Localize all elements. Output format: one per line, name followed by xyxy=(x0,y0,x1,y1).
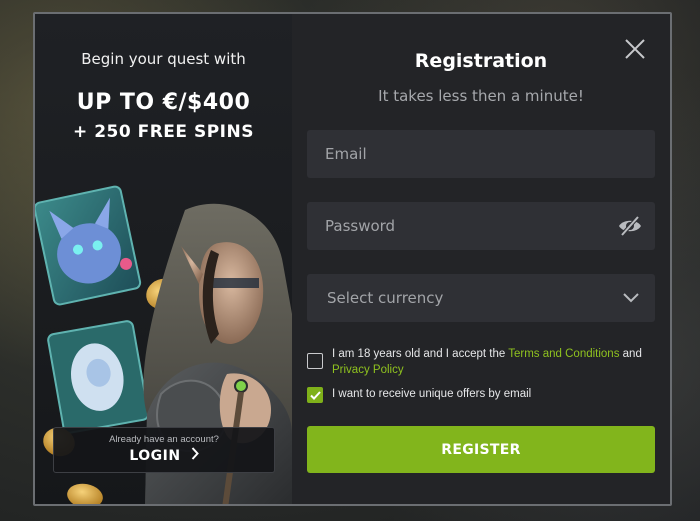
form-subtitle: It takes less then a minute! xyxy=(378,87,584,105)
login-link[interactable]: Already have an account? LOGIN xyxy=(53,427,275,473)
eye-slash-icon[interactable] xyxy=(617,214,643,238)
terms-checkbox[interactable] xyxy=(307,353,323,369)
check-icon xyxy=(309,390,321,400)
offers-checkbox[interactable] xyxy=(307,387,323,403)
terms-middle-text: and xyxy=(619,348,642,360)
login-hint: Already have an account? xyxy=(109,434,219,445)
promo-free-spins: + 250 FREE SPINS xyxy=(73,122,254,142)
privacy-policy-link[interactable]: Privacy Policy xyxy=(332,364,404,376)
offers-consent-row: I want to receive unique offers by email xyxy=(307,386,531,403)
currency-select-label: Select currency xyxy=(327,289,444,307)
chevron-down-icon xyxy=(623,293,639,303)
email-field-wrapper xyxy=(307,130,655,178)
chevron-right-icon xyxy=(191,447,199,460)
promo-bonus-amount: UP TO €/$400 xyxy=(76,90,251,115)
registration-modal: Begin your quest with UP TO €/$400 + 250… xyxy=(33,12,672,506)
terms-consent-row: I am 18 years old and I accept the Terms… xyxy=(307,346,655,378)
registration-form: Registration It takes less then a minute… xyxy=(292,14,670,504)
register-button[interactable]: REGISTER xyxy=(307,426,655,473)
promo-panel: Begin your quest with UP TO €/$400 + 250… xyxy=(35,14,292,504)
terms-link[interactable]: Terms and Conditions xyxy=(508,348,619,360)
password-field[interactable] xyxy=(307,202,655,250)
terms-prefix-text: I am 18 years old and I accept the xyxy=(332,348,509,360)
email-field[interactable] xyxy=(307,130,655,178)
currency-select[interactable]: Select currency xyxy=(307,274,655,322)
offers-consent-label: I want to receive unique offers by email xyxy=(332,388,532,400)
form-title: Registration xyxy=(414,50,548,72)
password-field-wrapper xyxy=(307,202,655,250)
terms-consent-text: I am 18 years old and I accept the Terms… xyxy=(332,346,655,378)
login-label: LOGIN xyxy=(129,448,181,464)
promo-tagline: Begin your quest with xyxy=(81,50,246,68)
